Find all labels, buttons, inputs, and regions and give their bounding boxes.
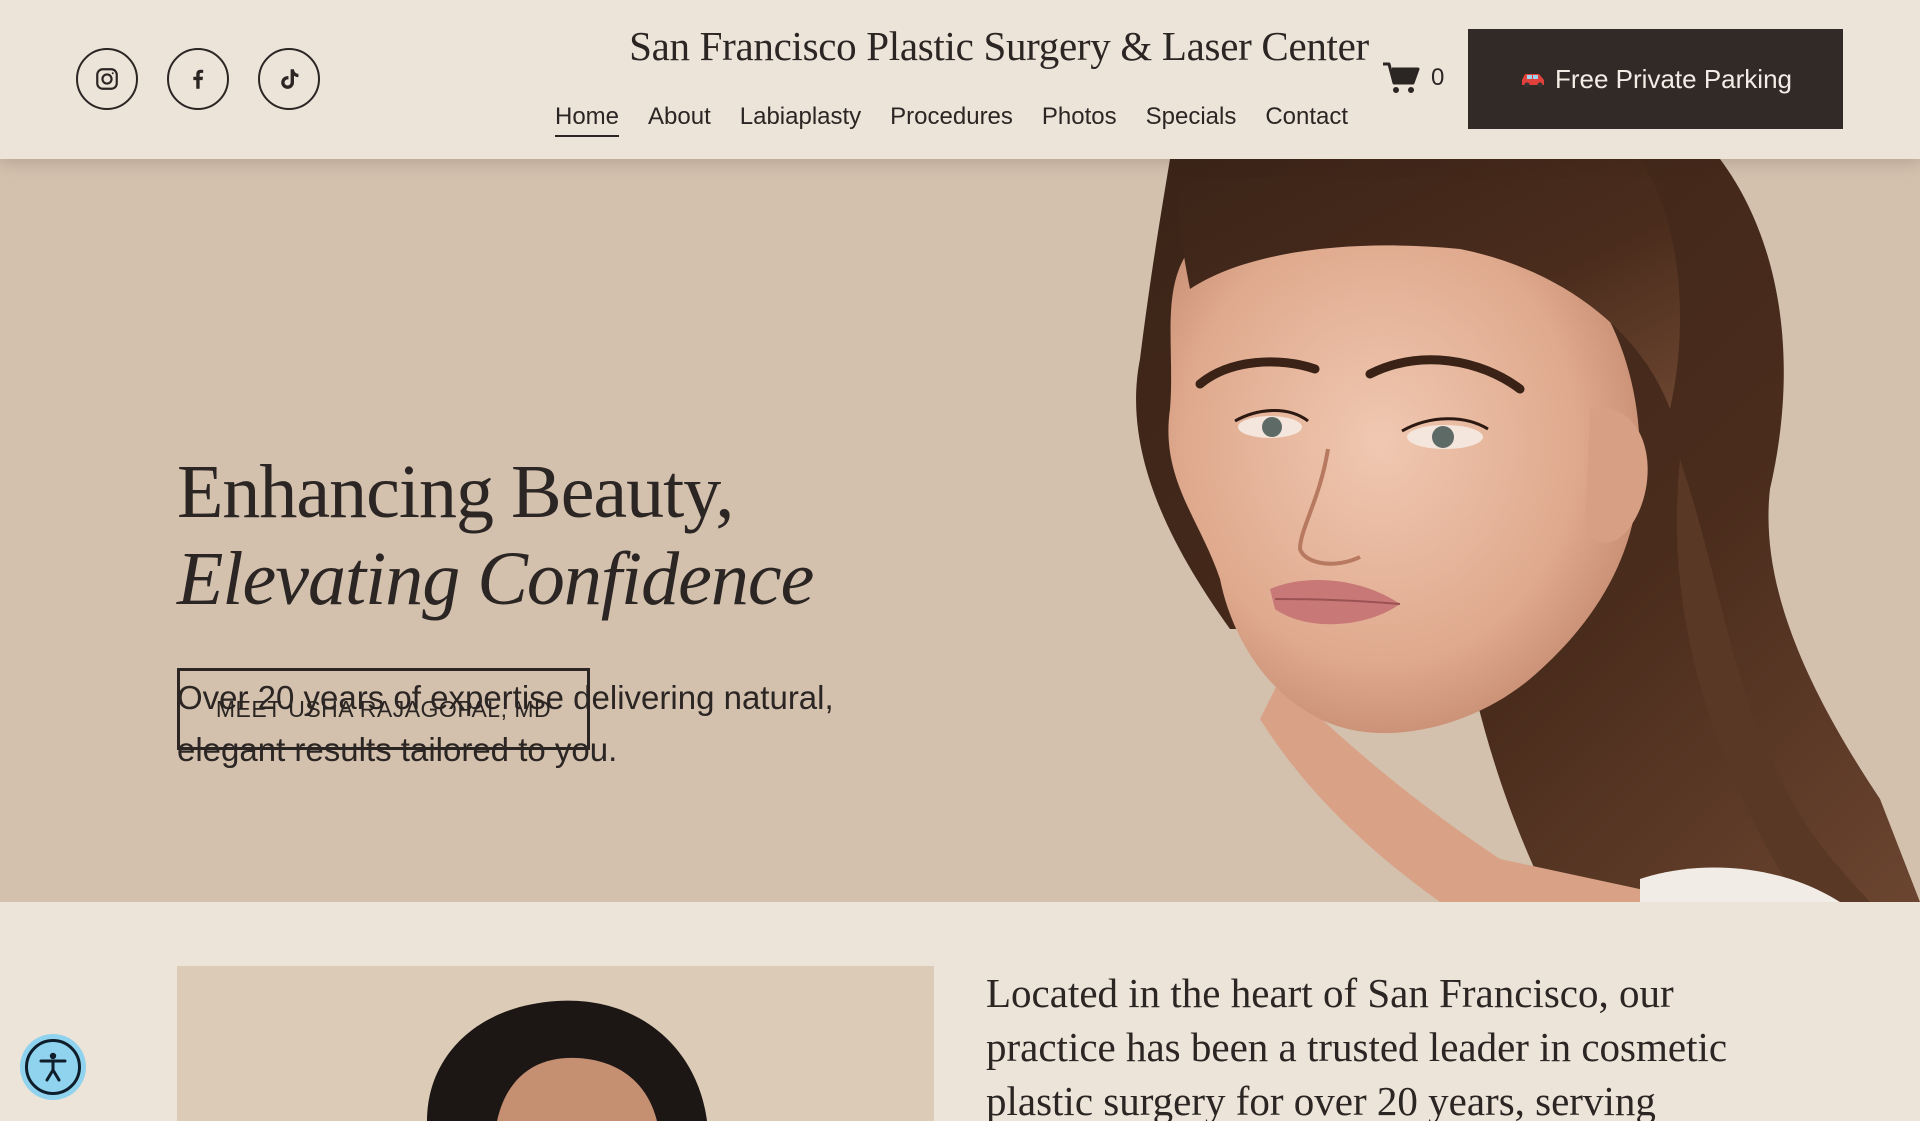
hero-heading: Enhancing Beauty, Elevating Confidence — [177, 449, 814, 624]
site-title-text: San Francisco Plastic Surgery & Laser Ce… — [629, 23, 1369, 69]
nav-item-specials[interactable]: Specials — [1146, 103, 1237, 137]
intro-paragraph: Located in the heart of San Francisco, o… — [986, 970, 1728, 1121]
hero-heading-line2: Elevating Confidence — [177, 537, 814, 622]
nav-item-procedures[interactable]: Procedures — [890, 103, 1013, 137]
meet-doctor-label: MEET USHA RAJAGOPAL, MD — [215, 695, 552, 722]
accessibility-button[interactable] — [20, 1034, 86, 1100]
site-header: San Francisco Plastic Surgery & Laser Ce… — [0, 0, 1920, 159]
nav-item-about[interactable]: About — [648, 103, 711, 137]
hero-section: Enhancing Beauty, Elevating Confidence O… — [0, 159, 1920, 902]
cart-button[interactable]: 0 — [1381, 60, 1444, 96]
free-parking-button[interactable]: Free Private Parking — [1468, 29, 1843, 129]
nav-item-contact[interactable]: Contact — [1265, 103, 1348, 137]
main-nav: Home About Labiaplasty Procedures Photos… — [555, 103, 1348, 137]
free-parking-label: Free Private Parking — [1555, 63, 1792, 94]
nav-item-home[interactable]: Home — [555, 103, 620, 137]
hero-heading-line1: Enhancing Beauty, — [177, 450, 734, 534]
cart-count: 0 — [1431, 64, 1445, 91]
nav-item-photos[interactable]: Photos — [1042, 103, 1117, 137]
meet-doctor-button[interactable]: MEET USHA RAJAGOPAL, MD — [177, 668, 590, 750]
nav-item-labiaplasty[interactable]: Labiaplasty — [740, 103, 861, 137]
accessibility-icon-wrap — [25, 1039, 81, 1095]
doctor-photo-graphic — [177, 966, 934, 1121]
hero-portrait-image — [1136, 159, 1920, 902]
cart-icon — [1383, 62, 1420, 93]
car-icon — [1522, 74, 1544, 88]
accessibility-icon — [39, 1052, 67, 1082]
doctor-photo-image — [177, 966, 934, 1121]
